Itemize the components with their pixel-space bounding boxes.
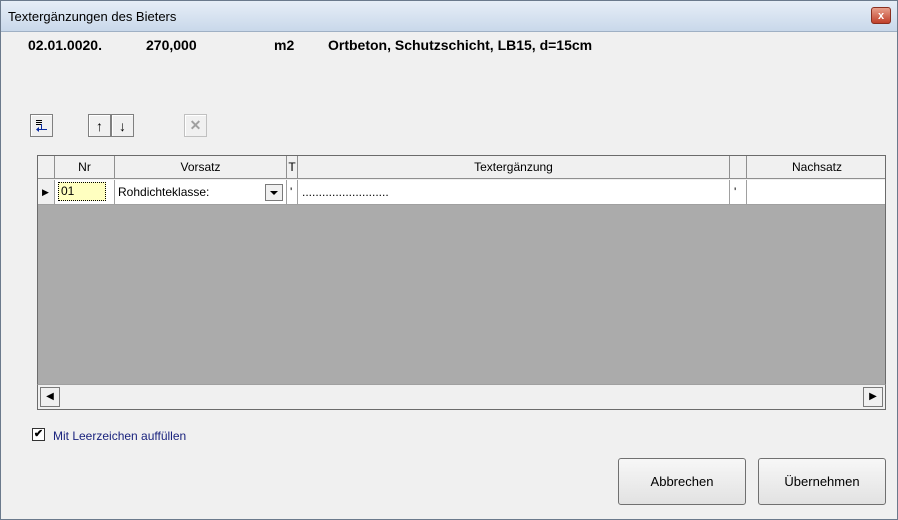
cell-vorsatz-value: Rohdichteklasse:	[118, 185, 210, 199]
column-header-textergaenzung[interactable]: Textergänzung	[298, 156, 730, 179]
position-number: 02.01.0020.	[28, 37, 102, 53]
scroll-left-button[interactable]: ◀	[40, 387, 60, 407]
delete-row-button[interactable]: ✕	[184, 114, 207, 137]
table-row[interactable]: ▶ 01 Rohdichteklasse: ' ................…	[38, 180, 885, 205]
insert-row-icon	[35, 119, 48, 132]
position-quantity: 270,000	[146, 37, 197, 53]
grid-header: Nr Vorsatz T Textergänzung Nachsatz	[38, 156, 885, 180]
position-unit: m2	[274, 37, 295, 53]
text-supplements-grid: Nr Vorsatz T Textergänzung Nachsatz ▶ 01…	[37, 155, 886, 410]
row-indicator-header	[38, 156, 55, 179]
cell-textergaenzung[interactable]: ..........................	[298, 180, 730, 205]
fill-with-spaces-checkbox[interactable]: ✔	[32, 428, 45, 441]
dialog-window: Textergänzungen des Bieters x 02.01.0020…	[0, 0, 898, 520]
move-up-button[interactable]: ↑	[88, 114, 111, 137]
column-header-nachsatz[interactable]: Nachsatz	[747, 156, 885, 179]
column-header-separator[interactable]	[730, 156, 747, 179]
cell-nr-value[interactable]: 01	[58, 182, 106, 201]
title-bar: Textergänzungen des Bieters x	[1, 1, 897, 32]
cell-t[interactable]: '	[287, 180, 298, 205]
column-header-nr[interactable]: Nr	[55, 156, 115, 179]
horizontal-scrollbar[interactable]: ◀ ▶	[37, 384, 886, 410]
scroll-right-button[interactable]: ▶	[863, 387, 883, 407]
cancel-button[interactable]: Abbrechen	[618, 458, 746, 505]
current-row-indicator: ▶	[38, 180, 55, 205]
position-description: Ortbeton, Schutzschicht, LB15, d=15cm	[328, 37, 593, 53]
insert-row-button[interactable]	[30, 114, 53, 137]
cell-nr[interactable]: 01	[55, 180, 115, 205]
column-header-t[interactable]: T	[287, 156, 298, 179]
apply-button[interactable]: Übernehmen	[758, 458, 886, 505]
chevron-down-icon	[270, 190, 278, 195]
window-title: Textergänzungen des Bieters	[8, 9, 177, 24]
cell-separator[interactable]: '	[730, 180, 747, 205]
column-header-vorsatz[interactable]: Vorsatz	[115, 156, 287, 179]
fill-with-spaces-label[interactable]: Mit Leerzeichen auffüllen	[53, 429, 186, 443]
move-down-button[interactable]: ↓	[111, 114, 134, 137]
close-button[interactable]: x	[871, 7, 891, 24]
dropdown-button[interactable]	[265, 184, 283, 201]
cell-nachsatz[interactable]	[747, 180, 885, 205]
cell-vorsatz[interactable]: Rohdichteklasse:	[115, 180, 287, 205]
